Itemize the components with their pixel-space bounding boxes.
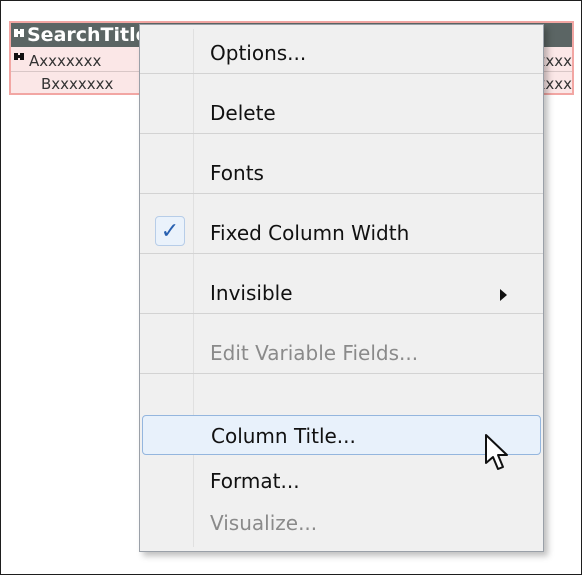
menu-item-label: Delete — [210, 101, 276, 125]
window-frame: SearchTitle Axxxxxxx xxxx Bxxxxxxx xxxx … — [0, 0, 582, 575]
menu-item-label: Column Title... — [211, 424, 356, 448]
menu-item-invisible[interactable]: Invisible — [142, 273, 541, 313]
row-left-text: Bxxxxxxx — [41, 75, 114, 93]
menu-separator — [140, 373, 543, 374]
mouse-pointer-icon — [484, 433, 510, 473]
search-binoculars-icon — [13, 23, 27, 47]
menu-item-fonts[interactable]: Fonts — [142, 153, 541, 193]
menu-item-fixed-column-width[interactable]: ✓ Fixed Column Width — [142, 213, 541, 253]
menu-item-label: Format... — [210, 469, 300, 493]
menu-separator — [140, 253, 543, 254]
menu-item-options[interactable]: Options... — [142, 33, 541, 73]
menu-item-label: Visualize... — [210, 511, 318, 535]
checkmark-icon: ✓ — [155, 216, 185, 246]
menu-separator — [140, 133, 543, 134]
menu-item-delete[interactable]: Delete — [142, 93, 541, 133]
menu-item-label: Invisible — [210, 281, 293, 305]
menu-item-label: Edit Variable Fields... — [210, 341, 419, 365]
menu-item-visualize[interactable]: Visualize... — [142, 503, 541, 543]
menu-item-format[interactable]: Format... — [142, 461, 541, 501]
menu-item-label: Options... — [210, 41, 307, 65]
menu-item-edit-variable-fields[interactable]: Edit Variable Fields... — [142, 333, 541, 373]
menu-separator — [140, 313, 543, 314]
menu-separator — [140, 193, 543, 194]
search-binoculars-icon — [13, 49, 27, 71]
menu-item-label: Fonts — [210, 161, 264, 185]
search-panel-title: SearchTitle — [27, 24, 149, 46]
chevron-right-icon — [500, 289, 507, 301]
row-left-text: Axxxxxxx — [29, 52, 102, 70]
menu-item-column-title[interactable]: Column Title... — [142, 415, 541, 455]
menu-separator — [140, 73, 543, 74]
menu-item-label: Fixed Column Width — [210, 221, 410, 245]
